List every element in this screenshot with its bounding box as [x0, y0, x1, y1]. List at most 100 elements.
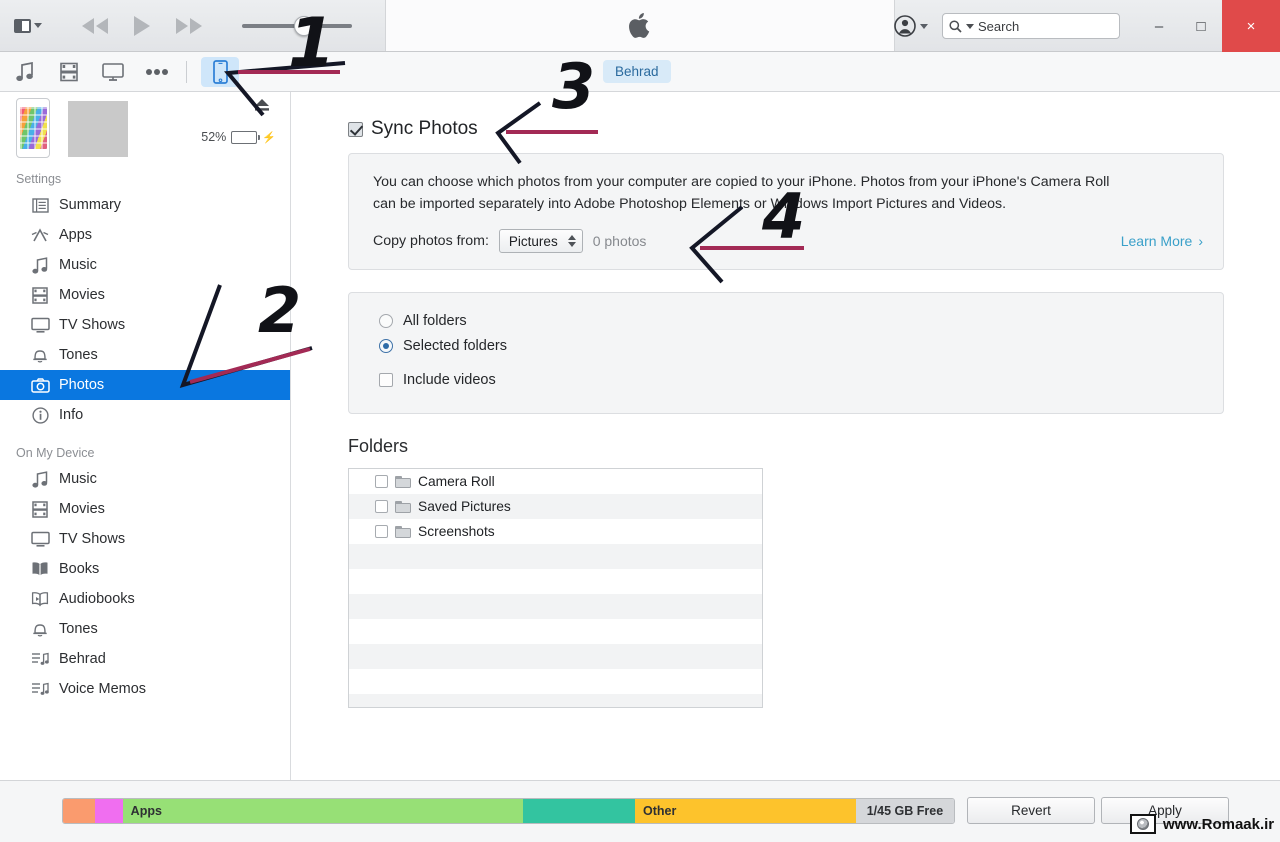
sidebar-device-item-music[interactable]: Music — [0, 464, 290, 494]
sidebar-device-item-books[interactable]: Books — [0, 554, 290, 584]
sidebar: 52% ⚡ Settings Summary Apps Music Movies… — [0, 92, 291, 780]
sidebar-item-label: Music — [59, 257, 97, 273]
sidebar-item-apps[interactable]: Apps — [0, 220, 290, 250]
watermark-text: www.Romaak.ir — [1163, 815, 1275, 833]
all-folders-radio[interactable] — [379, 314, 393, 328]
copy-photos-from-value: Pictures — [508, 233, 558, 249]
sidebar-device-item-behrad[interactable]: Behrad — [0, 644, 290, 674]
chevron-down-icon — [966, 23, 974, 29]
include-videos-checkbox[interactable] — [379, 373, 393, 387]
annotation-number-2: 2 — [258, 274, 302, 347]
folder-icon — [395, 525, 411, 538]
tab-tv-shows[interactable] — [94, 57, 132, 87]
film-strip-icon — [60, 62, 78, 81]
bell-icon — [30, 621, 50, 638]
capacity-segment-label: Apps — [130, 804, 162, 818]
folder-icon — [395, 500, 411, 513]
sidebar-item-movies[interactable]: Movies — [0, 280, 290, 310]
selected-folders-radio[interactable] — [379, 339, 393, 353]
sidebar-item-tones[interactable]: Tones — [0, 340, 290, 370]
site-watermark: www.Romaak.ir — [1130, 814, 1274, 834]
sidebar-item-label: Tones — [59, 621, 98, 637]
sidebar-item-tv-shows[interactable]: TV Shows — [0, 310, 290, 340]
sync-photos-checkbox-row[interactable]: Sync Photos — [348, 118, 1280, 140]
folder-checkbox[interactable] — [375, 525, 388, 538]
search-icon — [949, 19, 962, 33]
sidebar-item-label: Voice Memos — [59, 681, 147, 697]
tab-more[interactable] — [138, 57, 176, 87]
storage-capacity-bar[interactable]: Apps Other 1/45 GB Free — [62, 798, 955, 824]
tab-movies[interactable] — [50, 57, 88, 87]
option-label: Include videos — [403, 372, 496, 388]
fast-forward-button[interactable] — [174, 17, 204, 35]
tab-music[interactable] — [6, 57, 44, 87]
battery-percent-label: 52% — [201, 130, 227, 144]
sidebar-device-item-tones[interactable]: Tones — [0, 614, 290, 644]
folder-row-empty — [349, 619, 762, 644]
sync-photos-checkbox[interactable] — [348, 121, 363, 137]
sidebar-item-label: Audiobooks — [59, 591, 135, 607]
minimize-button[interactable]: – — [1138, 0, 1180, 52]
capacity-segment-other: Other — [634, 799, 856, 823]
chevron-down-icon — [920, 23, 928, 29]
folder-row[interactable]: Screenshots — [349, 519, 762, 544]
option-include-videos[interactable]: Include videos — [379, 372, 1223, 388]
device-name-redacted — [68, 101, 128, 157]
sidebar-item-label: Summary — [59, 197, 122, 213]
info-circle-icon — [30, 406, 50, 424]
folder-selection-panel: All folders Selected folders Include vid… — [348, 292, 1224, 414]
option-all-folders[interactable]: All folders — [379, 313, 1223, 329]
sidebar-item-label: Books — [59, 561, 100, 577]
folder-checkbox[interactable] — [375, 500, 388, 513]
sidebar-item-label: Apps — [59, 227, 93, 243]
close-button[interactable]: × — [1222, 0, 1280, 52]
sidebar-item-music[interactable]: Music — [0, 250, 290, 280]
tv-icon — [30, 317, 50, 333]
tv-icon — [30, 531, 50, 547]
folder-row-empty — [349, 594, 762, 619]
sidebar-group-device-header: On My Device — [16, 446, 95, 460]
sidebar-item-label: Movies — [59, 287, 105, 303]
sidebar-item-summary[interactable]: Summary — [0, 190, 290, 220]
chevron-right-icon: › — [1198, 233, 1203, 249]
sidebar-item-photos[interactable]: Photos — [0, 370, 290, 400]
sidebar-item-info[interactable]: Info — [0, 400, 290, 430]
option-selected-folders[interactable]: Selected folders — [379, 338, 1223, 354]
capacity-segment-photos — [63, 799, 96, 823]
revert-button[interactable]: Revert — [967, 797, 1095, 824]
rewind-button[interactable] — [80, 17, 110, 35]
photo-count-label: 0 photos — [592, 233, 647, 249]
folder-checkbox[interactable] — [375, 475, 388, 488]
search-input[interactable]: Search — [942, 13, 1120, 39]
eject-button[interactable] — [254, 98, 270, 117]
capacity-segment-label: Other — [642, 804, 677, 818]
sidebar-device-item-movies[interactable]: Movies — [0, 494, 290, 524]
sidebar-device-item-tv-shows[interactable]: TV Shows — [0, 524, 290, 554]
title-bar: Search – □ × — [0, 0, 1280, 52]
film-icon — [30, 500, 50, 518]
tv-monitor-icon — [102, 62, 124, 81]
maximize-button[interactable]: □ — [1180, 0, 1222, 52]
sidebar-item-label: Photos — [59, 377, 105, 393]
learn-more-link[interactable]: Learn More › — [1121, 233, 1203, 249]
eject-icon — [255, 99, 269, 111]
sidebar-device-item-voice-memos[interactable]: Voice Memos — [0, 674, 290, 704]
folder-row-empty — [349, 669, 762, 694]
sidebar-panel-icon — [14, 18, 31, 33]
sidebar-toggle-button[interactable] — [14, 18, 42, 33]
account-button[interactable] — [894, 15, 928, 37]
sidebar-item-label: Behrad — [59, 651, 106, 667]
iphone-device-icon — [212, 59, 228, 84]
option-label: Selected folders — [403, 338, 507, 354]
folder-row[interactable]: Camera Roll — [349, 469, 762, 494]
copy-photos-from-select[interactable]: Pictures — [498, 229, 583, 253]
user-account-chip[interactable]: Behrad — [603, 60, 671, 83]
sidebar-device-item-audiobooks[interactable]: Audiobooks — [0, 584, 290, 614]
apple-logo-icon — [629, 13, 650, 38]
folders-list[interactable]: Camera Roll Saved Pictures Screenshots — [348, 468, 763, 708]
sidebar-item-label: TV Shows — [59, 317, 126, 333]
play-button[interactable] — [132, 15, 152, 37]
folder-row[interactable]: Saved Pictures — [349, 494, 762, 519]
tab-device-iphone[interactable] — [201, 56, 239, 87]
itunes-window: Search – □ × Behrad 52% ⚡ Settings Summa… — [0, 0, 1280, 842]
